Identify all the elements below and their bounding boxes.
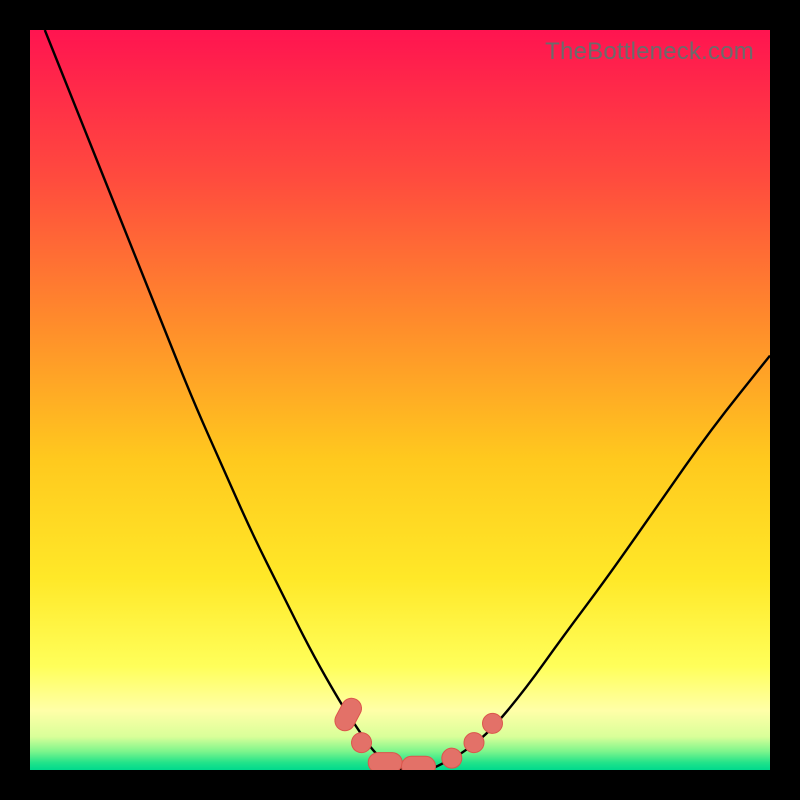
curve-marker [368, 753, 402, 770]
curve-marker [348, 729, 375, 756]
watermark-text: TheBottleneck.com [545, 38, 754, 66]
bottleneck-curve [45, 30, 770, 770]
chart-frame: TheBottleneck.com [30, 30, 770, 770]
curve-marker [478, 709, 506, 737]
chart-svg [30, 30, 770, 770]
curve-marker [402, 756, 436, 770]
curve-marker [331, 695, 365, 734]
curve-marker [438, 744, 466, 770]
